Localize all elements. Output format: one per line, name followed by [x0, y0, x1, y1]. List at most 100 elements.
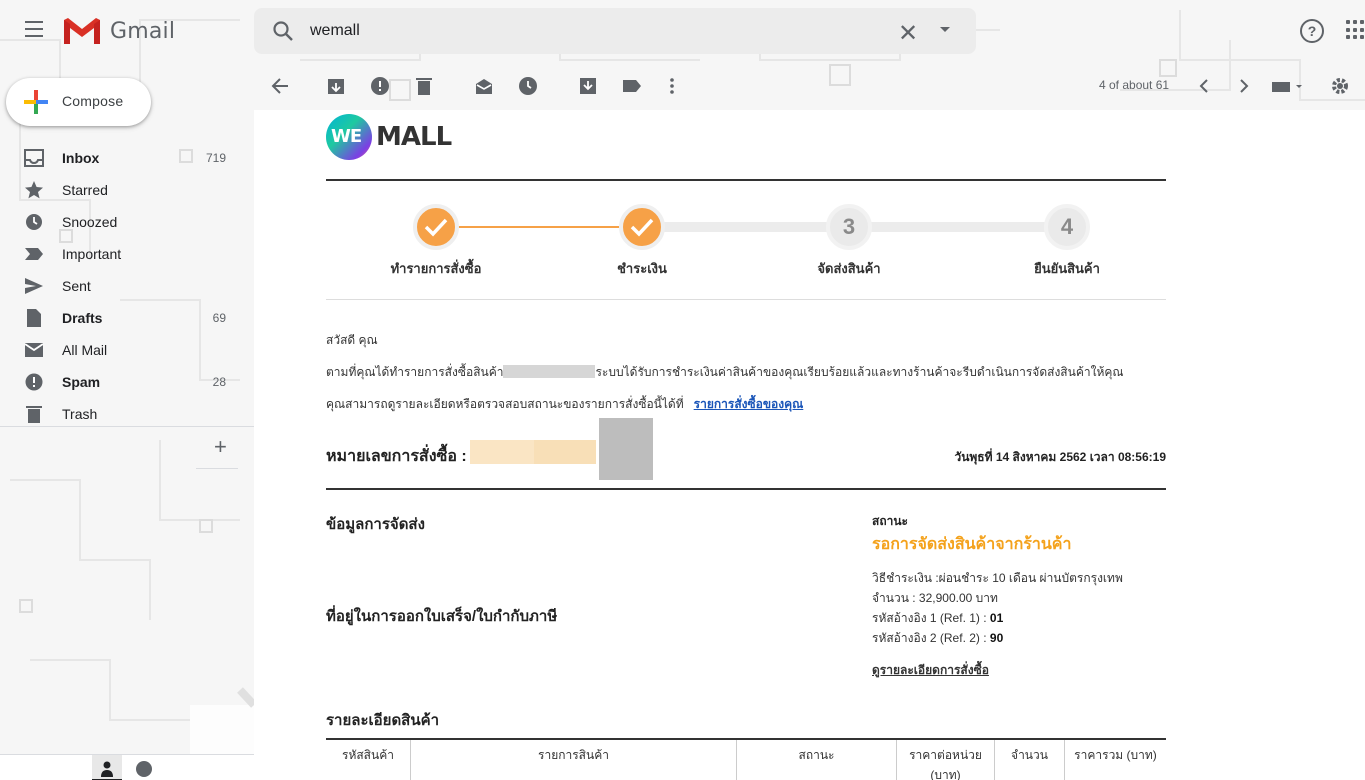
redacted-order-number: [503, 365, 596, 378]
more-icon[interactable]: [662, 76, 682, 96]
step-number: 3: [826, 204, 872, 250]
payment-message: ตามที่คุณได้ทำรายการสั่งซื้อสินค้า ระบบได…: [326, 365, 1124, 379]
column-header: จำนวน: [994, 740, 1064, 780]
search-bar: ✕: [254, 8, 976, 54]
top-bar: Gmail ✕ ?: [0, 0, 1365, 62]
wemall-logo: WE MALL: [326, 114, 452, 160]
hangouts-bar: [0, 754, 254, 780]
progress-divider: [326, 299, 1166, 300]
sidebar-item-count: 69: [212, 311, 226, 325]
search-input[interactable]: [310, 20, 870, 42]
sidebar: Compose Inbox 719 Starred Snoozed Import…: [0, 62, 254, 780]
contacts-person-icon[interactable]: [92, 755, 122, 780]
gmail-m-icon: [64, 18, 100, 44]
main-menu-button[interactable]: [18, 16, 50, 46]
snooze-icon[interactable]: [518, 76, 538, 96]
column-header: ราคารวม (บาท): [1064, 740, 1166, 780]
archive-icon[interactable]: [326, 76, 346, 96]
redacted-order-id: [470, 440, 534, 464]
clock-icon: [26, 214, 42, 230]
step-label: ยืนยันสินค้า: [1034, 261, 1100, 276]
settings-icon[interactable]: [1330, 76, 1350, 96]
ref1: รหัสอ้างอิง 1 (Ref. 1) : 01: [872, 611, 1004, 625]
step-1: ทำรายการสั่งซื้อ: [361, 204, 511, 279]
order-status-message: คุณสามารถดูรายละเอียดหรือตรวจสอบสถานะของ…: [326, 397, 804, 411]
sidebar-item-label: Sent: [62, 278, 91, 294]
wemall-logo-circle: WE: [326, 114, 372, 160]
search-options-icon[interactable]: [940, 27, 950, 32]
add-label-button[interactable]: +: [214, 434, 227, 460]
order-divider: [326, 488, 1166, 490]
status-label: สถานะ: [872, 514, 908, 528]
sidebar-item-spam[interactable]: Spam 28: [0, 366, 240, 398]
gmail-logo[interactable]: Gmail: [62, 16, 175, 46]
column-header: ราคาต่อหน่วย (บาท): [896, 740, 994, 780]
sidebar-item-label: Snoozed: [62, 214, 118, 230]
sidebar-item-label: Important: [62, 246, 122, 262]
back-arrow-icon[interactable]: [270, 76, 290, 96]
star-icon: [25, 181, 43, 199]
redacted-order-id-2: [534, 440, 596, 464]
mark-unread-icon[interactable]: [474, 76, 494, 96]
order-detail-link[interactable]: ดูรายละเอียดการสั่งซื้อ: [872, 661, 989, 680]
sidebar-item-count: 719: [205, 151, 226, 165]
mailbox-nav: Inbox 719 Starred Snoozed Important Sent…: [0, 142, 254, 430]
sidebar-item-inbox[interactable]: Inbox 719: [0, 142, 240, 174]
trash-icon: [26, 406, 42, 423]
check-icon: [630, 218, 654, 237]
next-icon[interactable]: [1234, 76, 1254, 96]
pagination-count: 4 of about 61: [1099, 78, 1170, 92]
draft-icon: [27, 309, 41, 327]
shipping-info-title: ข้อมูลการจัดส่ง: [326, 516, 425, 533]
apps-grid-icon[interactable]: [1346, 20, 1364, 40]
status-badge: รอการจัดส่งสินค้าจากร้านค้า: [872, 536, 1072, 553]
spam-icon: [25, 373, 43, 391]
labels-icon[interactable]: [622, 76, 642, 96]
sidebar-item-label: Drafts: [62, 310, 103, 326]
compose-label: Compose: [62, 93, 124, 109]
important-icon: [25, 248, 43, 260]
step-label: ชำระเงิน: [617, 261, 667, 276]
header-divider: [326, 179, 1166, 181]
sidebar-item-all-mail[interactable]: All Mail: [0, 334, 240, 366]
help-icon[interactable]: ?: [1300, 19, 1324, 43]
payment-amount: จำนวน : 32,900.00 บาท: [872, 591, 998, 605]
delete-icon[interactable]: [414, 76, 434, 96]
prev-icon[interactable]: [1194, 76, 1214, 96]
sidebar-item-important[interactable]: Important: [0, 238, 240, 270]
inbox-icon: [24, 149, 44, 167]
order-progress: ทำรายการสั่งซื้อ ชำระเงิน 3 จัดส่งสินค้า…: [326, 204, 1166, 284]
move-to-icon[interactable]: [578, 76, 598, 96]
person-icon: [101, 761, 113, 777]
order-date: วันพุธที่ 14 สิงหาคม 2562 เวลา 08:56:19: [954, 450, 1166, 464]
sidebar-item-label: Starred: [62, 182, 108, 198]
app-name: Gmail: [110, 18, 176, 44]
sidebar-item-label: Inbox: [62, 150, 100, 166]
sidebar-item-label: Spam: [62, 374, 101, 390]
hangouts-quote-icon[interactable]: [136, 761, 152, 777]
column-header: รายการสินค้า: [410, 740, 736, 780]
sidebar-item-label: All Mail: [62, 342, 108, 358]
step-done-marker: [619, 204, 665, 250]
labels-divider: [196, 468, 238, 469]
clear-search-icon[interactable]: ✕: [898, 19, 918, 48]
sidebar-item-sent[interactable]: Sent: [0, 270, 240, 302]
sidebar-item-starred[interactable]: Starred: [0, 174, 240, 206]
redacted-block: [599, 418, 653, 480]
my-orders-link[interactable]: รายการสั่งซื้อของคุณ: [694, 397, 804, 411]
search-icon[interactable]: [272, 20, 294, 42]
compose-button[interactable]: Compose: [6, 78, 151, 126]
step-2: ชำระเงิน: [567, 204, 717, 279]
step-number: 4: [1044, 204, 1090, 250]
invoice-address-title: ที่อยู่ในการออกใบเสร็จ/ใบกำกับภาษี: [326, 608, 558, 625]
sidebar-item-snoozed[interactable]: Snoozed: [0, 206, 240, 238]
sidebar-item-count: 28: [212, 375, 226, 389]
sidebar-item-drafts[interactable]: Drafts 69: [0, 302, 240, 334]
step-label: จัดส่งสินค้า: [817, 261, 881, 276]
step-4: 4 ยืนยันสินค้า: [992, 204, 1142, 279]
order-number-label: หมายเลขการสั่งซื้อ :: [326, 448, 467, 465]
keyboard-icon[interactable]: [1270, 76, 1306, 96]
mail-icon: [24, 343, 44, 357]
step-done-marker: [413, 204, 459, 250]
report-spam-icon[interactable]: [370, 76, 390, 96]
